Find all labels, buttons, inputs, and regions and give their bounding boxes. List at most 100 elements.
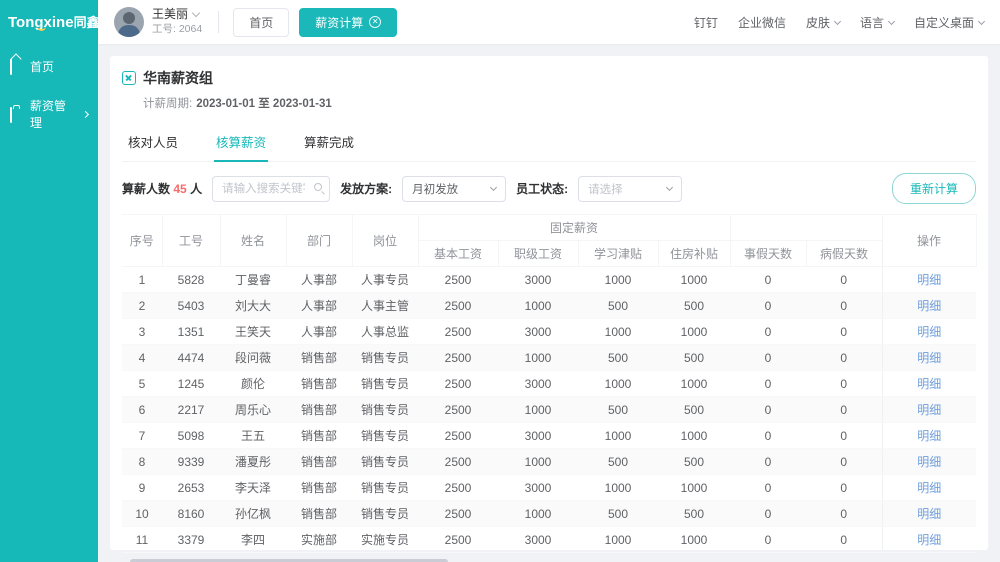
payment-plan-select[interactable]: 月初发放 xyxy=(402,176,506,202)
cell-name: 段问薇 xyxy=(220,345,286,371)
search-input[interactable] xyxy=(212,176,330,202)
cell-grade-salary: 3000 xyxy=(498,423,578,449)
table-row: 6 2217 周乐心 销售部 销售专员 2500 1000 500 500 0 … xyxy=(122,397,976,423)
detail-link[interactable]: 明细 xyxy=(917,351,941,365)
table-row: 2 5403 刘大大 人事部 人事主管 2500 1000 500 500 0 … xyxy=(122,293,976,319)
status-label: 员工状态: xyxy=(516,180,568,197)
cell-position: 销售专员 xyxy=(352,475,418,501)
cell-personal-leave-days: 0 xyxy=(730,527,806,553)
cell-position: 销售专员 xyxy=(352,371,418,397)
cell-housing-allowance: 500 xyxy=(658,449,730,475)
employee-number: 工号: 2064 xyxy=(152,23,202,36)
cell-grade-salary: 1000 xyxy=(498,345,578,371)
close-icon[interactable]: ✕ xyxy=(369,16,381,28)
cell-department: 销售部 xyxy=(286,475,352,501)
cell-position: 人事专员 xyxy=(352,267,418,293)
user-name: 王美丽 xyxy=(152,7,188,22)
cell-study-allowance: 500 xyxy=(578,293,658,319)
cell-housing-allowance: 1000 xyxy=(658,319,730,345)
cell-employee-id: 8160 xyxy=(162,501,220,527)
cell-department: 销售部 xyxy=(286,501,352,527)
workspace-tab-home[interactable]: 首页 xyxy=(233,8,289,37)
cell-housing-allowance: 1000 xyxy=(658,267,730,293)
user-avatar[interactable] xyxy=(114,7,144,37)
cell-base-salary: 2500 xyxy=(418,397,498,423)
cell-housing-allowance: 1000 xyxy=(658,475,730,501)
detail-link[interactable]: 明细 xyxy=(917,429,941,443)
user-menu[interactable]: 王美丽 xyxy=(152,7,202,22)
table-row: 8 9339 潘夏彤 销售部 销售专员 2500 1000 500 500 0 … xyxy=(122,449,976,475)
cell-sick-leave-days: 0 xyxy=(806,527,882,553)
cell-base-salary: 2500 xyxy=(418,475,498,501)
sidebar-item-payroll-management[interactable]: 薪资管理 xyxy=(0,86,98,142)
cell-name: 王笑天 xyxy=(220,319,286,345)
cell-sick-leave-days: 0 xyxy=(806,293,882,319)
cell-no: 11 xyxy=(122,527,162,553)
payroll-group-card: 华南薪资组 计薪周期:2023-01-01 至 2023-01-31 核对人员 … xyxy=(110,56,988,550)
cell-personal-leave-days: 0 xyxy=(730,475,806,501)
cell-grade-salary: 1000 xyxy=(498,397,578,423)
table-row: 5 1245 颜伦 销售部 销售专员 2500 3000 1000 1000 0… xyxy=(122,371,976,397)
detail-link[interactable]: 明细 xyxy=(917,481,941,495)
home-icon xyxy=(10,60,23,73)
col-header-housing-allowance: 住房补贴 xyxy=(658,241,730,267)
detail-link[interactable]: 明细 xyxy=(917,403,941,417)
cell-grade-salary: 1000 xyxy=(498,293,578,319)
cell-grade-salary: 3000 xyxy=(498,267,578,293)
tab-verify-personnel[interactable]: 核对人员 xyxy=(126,123,180,161)
tab-calculation-complete[interactable]: 算薪完成 xyxy=(302,123,356,161)
cell-department: 人事部 xyxy=(286,293,352,319)
menu-dingtalk[interactable]: 钉钉 xyxy=(694,14,718,31)
cell-base-salary: 2500 xyxy=(418,501,498,527)
tab-calculate-salary[interactable]: 核算薪资 xyxy=(214,123,268,161)
cell-name: 孙亿枫 xyxy=(220,501,286,527)
menu-wecom[interactable]: 企业微信 xyxy=(738,14,786,31)
cell-sick-leave-days: 0 xyxy=(806,423,882,449)
cell-no: 10 xyxy=(122,501,162,527)
cell-housing-allowance: 500 xyxy=(658,501,730,527)
menu-custom-desktop[interactable]: 自定义桌面 xyxy=(914,14,984,31)
cell-employee-id: 5828 xyxy=(162,267,220,293)
cell-employee-id: 4474 xyxy=(162,345,220,371)
divider xyxy=(218,11,219,33)
cell-position: 实施专员 xyxy=(352,527,418,553)
detail-link[interactable]: 明细 xyxy=(917,533,941,547)
plan-label: 发放方案: xyxy=(340,180,392,197)
detail-link[interactable]: 明细 xyxy=(917,299,941,313)
cell-base-salary: 2500 xyxy=(418,345,498,371)
cell-personal-leave-days: 0 xyxy=(730,319,806,345)
group-header-leave xyxy=(730,215,882,241)
cell-position: 销售专员 xyxy=(352,345,418,371)
detail-link[interactable]: 明细 xyxy=(917,273,941,287)
cell-study-allowance: 1000 xyxy=(578,319,658,345)
col-header-base-salary: 基本工资 xyxy=(418,241,498,267)
col-header-position: 岗位 xyxy=(352,215,418,267)
cell-department: 人事部 xyxy=(286,319,352,345)
cell-personal-leave-days: 0 xyxy=(730,267,806,293)
cell-grade-salary: 3000 xyxy=(498,371,578,397)
detail-link[interactable]: 明细 xyxy=(917,325,941,339)
employee-count-value: 45 xyxy=(173,182,186,196)
cell-sick-leave-days: 0 xyxy=(806,319,882,345)
cell-name: 刘大大 xyxy=(220,293,286,319)
cell-personal-leave-days: 0 xyxy=(730,345,806,371)
table-row: 1 5828 丁曼睿 人事部 人事专员 2500 3000 1000 1000 … xyxy=(122,267,976,293)
sidebar-item-label: 薪资管理 xyxy=(30,97,76,131)
detail-link[interactable]: 明细 xyxy=(917,455,941,469)
sidebar-item-home[interactable]: 首页 xyxy=(0,47,98,86)
detail-link[interactable]: 明细 xyxy=(917,377,941,391)
payroll-table: 序号 工号 姓名 部门 岗位 固定薪资 操作 基本工资 职级工资 xyxy=(122,214,977,553)
cell-housing-allowance: 500 xyxy=(658,397,730,423)
top-header: 王美丽 工号: 2064 首页 薪资计算 ✕ 钉钉 企业微信 皮肤 语言 xyxy=(98,0,1000,44)
cell-study-allowance: 1000 xyxy=(578,527,658,553)
cell-employee-id: 2653 xyxy=(162,475,220,501)
detail-link[interactable]: 明细 xyxy=(917,507,941,521)
menu-skin[interactable]: 皮肤 xyxy=(806,14,840,31)
recalculate-button[interactable]: 重新计算 xyxy=(892,173,976,204)
employee-status-select[interactable]: 请选择 xyxy=(578,176,682,202)
app-logo: Tongxine同鑫 xyxy=(0,0,98,47)
chevron-down-icon xyxy=(978,17,985,24)
workspace-tab-payroll-calc[interactable]: 薪资计算 ✕ xyxy=(299,8,397,37)
chevron-down-icon xyxy=(888,17,895,24)
menu-language[interactable]: 语言 xyxy=(860,14,894,31)
